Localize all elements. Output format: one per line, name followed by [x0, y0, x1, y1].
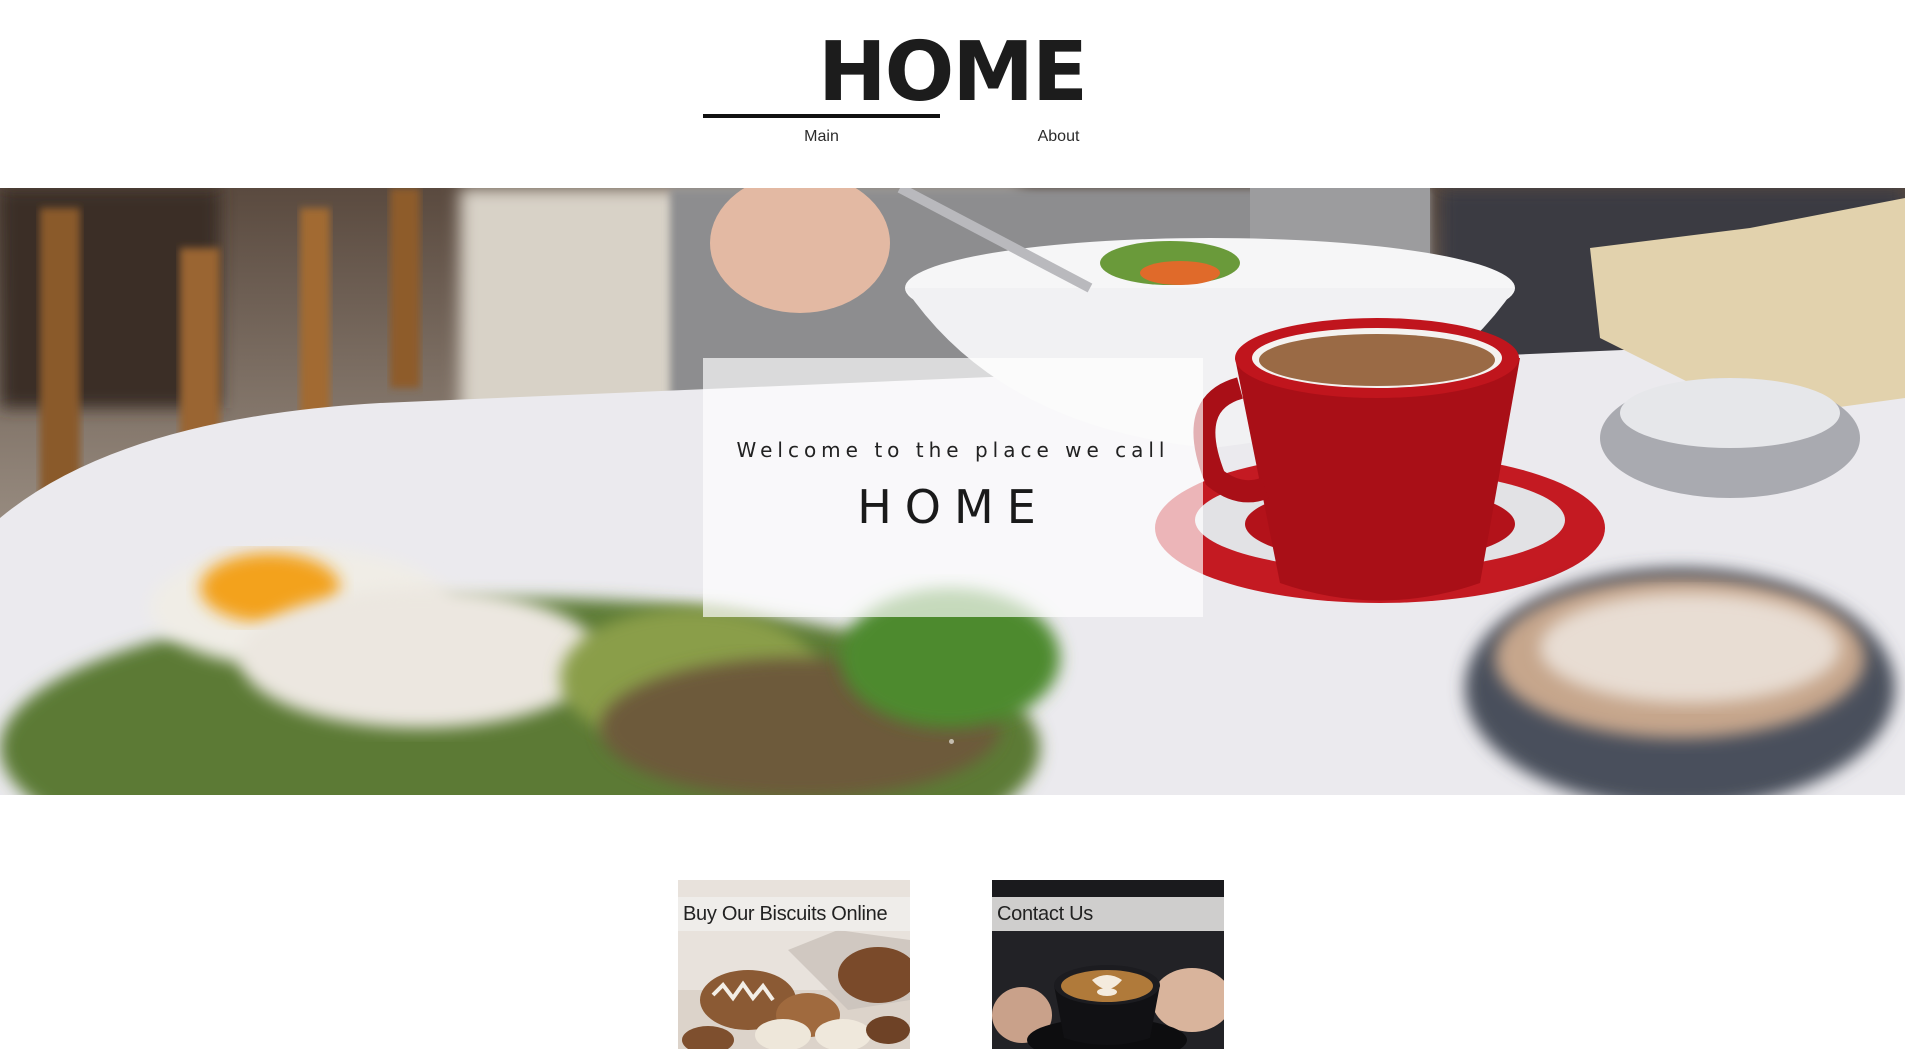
logo-text: HOME — [818, 25, 1088, 120]
nav-item-main[interactable]: Main — [703, 128, 940, 146]
card-buy-biscuits[interactable]: Buy Our Biscuits Online — [678, 880, 910, 1049]
welcome-subtitle: Welcome to the place we call — [736, 438, 1170, 462]
card-label-contact: Contact Us — [992, 897, 1224, 931]
nav-item-about[interactable]: About — [940, 128, 1177, 146]
nav-active-indicator — [703, 114, 940, 118]
card-contact-us[interactable]: Contact Us — [992, 880, 1224, 1049]
card-label-biscuits: Buy Our Biscuits Online — [678, 897, 910, 931]
hero-slideshow: Welcome to the place we call HOME — [0, 188, 1905, 795]
main-nav: Main About — [703, 112, 1177, 158]
welcome-box: Welcome to the place we call HOME — [703, 358, 1203, 617]
welcome-title: HOME — [857, 480, 1049, 534]
slideshow-indicator-dot[interactable] — [949, 739, 954, 744]
